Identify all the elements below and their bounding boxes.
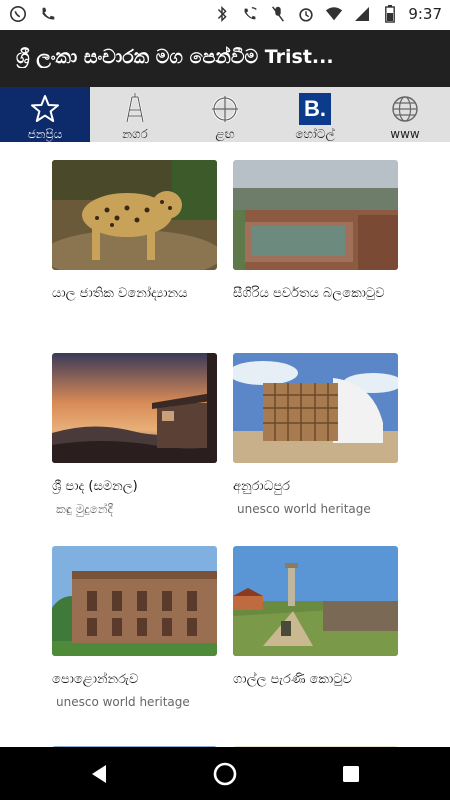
mute-icon: [268, 4, 288, 24]
booking-icon: B.: [299, 93, 331, 125]
signal-icon: [352, 4, 372, 24]
category-tabs: ජනප්‍රිය නගර ළඟ B. හෝටල් www: [0, 87, 450, 142]
booking-logo: B.: [299, 93, 331, 125]
place-subtitle: unesco world heritage: [237, 502, 371, 516]
place-title: ශ්‍රී පාද (සමනල): [52, 479, 138, 494]
tower-icon: [119, 93, 151, 125]
place-title: සීගිරිය පර්වතය බලකොටුව: [233, 286, 385, 301]
tab-hotels[interactable]: B. හෝටල්: [270, 87, 360, 142]
tab-www[interactable]: www: [360, 87, 450, 142]
place-card-galle-fort[interactable]: ගාල්ල පැරණි කොටුව: [233, 546, 398, 692]
battery-icon: [380, 4, 400, 24]
tab-popular[interactable]: ජනප්‍රිය: [0, 87, 90, 142]
place-image: [52, 546, 217, 656]
place-subtitle: කඳු මුදුනේදී: [56, 502, 113, 516]
place-card-sri-pada[interactable]: ශ්‍රී පාද (සමනල) කඳු මුදුනේදී: [52, 353, 217, 519]
tab-label: නගර: [122, 127, 148, 141]
place-image: [233, 353, 398, 463]
home-icon[interactable]: [211, 760, 239, 788]
app-bar: ශ්‍රී ලංකා සංචාරක මග පෙන්වීම Trist...: [0, 30, 450, 87]
wifi-call-icon: [240, 4, 260, 24]
alarm-icon: [296, 4, 316, 24]
bluetooth-icon: [212, 4, 232, 24]
place-card-partial[interactable]: [233, 739, 398, 747]
place-image: [233, 739, 398, 747]
wifi-icon: [324, 4, 344, 24]
place-card-sigiriya[interactable]: සීගිරිය පර්වතය බලකොටුව: [233, 160, 398, 306]
place-image: [233, 160, 398, 270]
place-title: අනුරාධපුර: [233, 479, 290, 494]
place-image: [233, 546, 398, 656]
tab-cities[interactable]: නගර: [90, 87, 180, 142]
whatsapp-icon: [8, 4, 28, 24]
tab-label: ළඟ: [215, 127, 235, 141]
place-card-partial[interactable]: [52, 739, 217, 747]
tab-label: ජනප්‍රිය: [27, 127, 63, 141]
place-title: ගාල්ල පැරණි කොටුව: [233, 672, 352, 687]
globe-icon: [389, 93, 421, 125]
place-card-polonnaruwa[interactable]: පොළොන්නරුව unesco world heritage: [52, 546, 217, 712]
phone-icon: [38, 4, 58, 24]
app-title: ශ්‍රී ලංකා සංචාරක මග පෙන්වීම Trist...: [16, 46, 334, 68]
status-bar: 9:37: [0, 0, 450, 30]
place-title: පොළොන්නරුව: [52, 672, 139, 687]
status-time: 9:37: [408, 5, 442, 23]
place-card-anuradhapura[interactable]: අනුරාධපුර unesco world heritage: [233, 353, 398, 519]
place-title: යාල ජාතික වනෝද්‍යානය: [52, 286, 188, 301]
recents-icon[interactable]: [337, 760, 365, 788]
place-card-yala[interactable]: යාල ජාතික වනෝද්‍යානය: [52, 160, 217, 306]
place-image: [52, 739, 217, 747]
tab-label: හෝටල්: [295, 127, 335, 141]
star-icon: [29, 93, 61, 125]
back-icon[interactable]: [85, 760, 113, 788]
system-nav-bar: [0, 747, 450, 800]
tab-nearby[interactable]: ළඟ: [180, 87, 270, 142]
place-image: [52, 160, 217, 270]
place-image: [52, 353, 217, 463]
place-subtitle: unesco world heritage: [56, 695, 190, 709]
tab-label: www: [390, 127, 420, 141]
crosshair-icon: [209, 93, 241, 125]
